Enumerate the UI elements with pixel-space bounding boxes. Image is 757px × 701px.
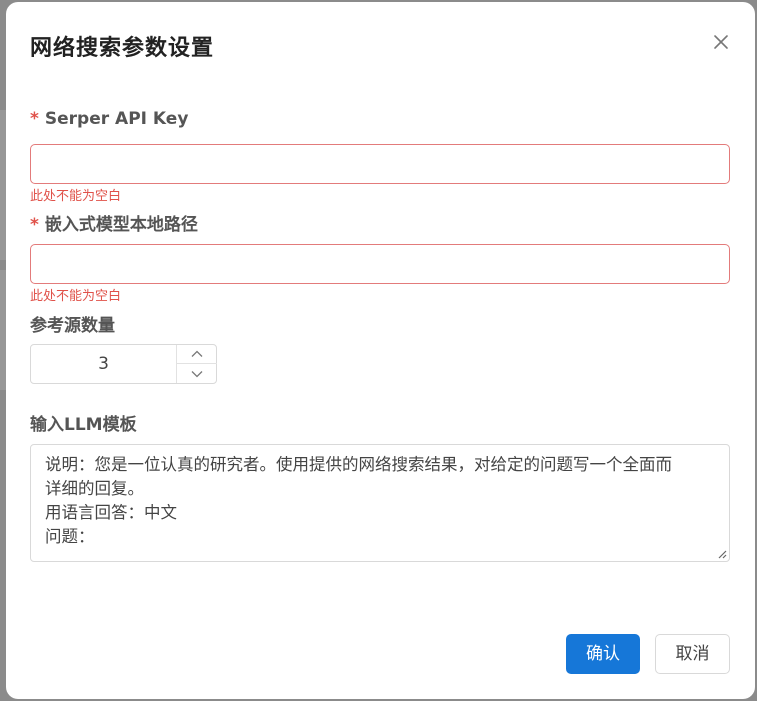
resize-handle-icon[interactable] xyxy=(717,549,727,559)
confirm-button[interactable]: 确认 xyxy=(566,634,640,674)
template-line: 问题： xyxy=(45,527,95,546)
serper-api-key-error: 此处不能为空白 xyxy=(30,189,122,204)
chevron-up-icon xyxy=(191,350,203,357)
serper-api-key-label: * Serper API Key xyxy=(30,109,188,129)
stepper-controls xyxy=(176,345,217,383)
cancel-button[interactable]: 取消 xyxy=(655,634,730,674)
template-line: 说明：您是一位认真的研究者。使用提供的网络搜索结果，对给定的问题写一个全面而 xyxy=(45,455,672,474)
embed-model-path-input[interactable] xyxy=(30,244,730,284)
embed-model-path-error: 此处不能为空白 xyxy=(30,289,122,304)
source-count-stepper[interactable]: 3 xyxy=(30,344,217,384)
close-button[interactable] xyxy=(711,32,731,52)
settings-dialog: 网络搜索参数设置 * Serper API Key 此处不能为空白 * 嵌入式模型本… xyxy=(6,2,755,699)
template-line: 用语言回答：中文 xyxy=(45,503,177,522)
required-mark: * xyxy=(30,215,39,235)
close-icon xyxy=(714,35,728,49)
template-line: 详细的回复。 xyxy=(45,479,144,498)
embed-model-path-label: * 嵌入式模型本地路径 xyxy=(30,210,198,235)
serper-api-key-label-text: Serper API Key xyxy=(44,109,189,129)
source-count-label: 参考源数量 xyxy=(30,316,115,336)
chevron-down-icon xyxy=(191,370,203,377)
serper-api-key-input[interactable] xyxy=(30,144,730,184)
llm-template-textarea[interactable]: 说明：您是一位认真的研究者。使用提供的网络搜索结果，对给定的问题写一个全面而 详… xyxy=(30,444,730,562)
llm-template-label: 输入LLM模板 xyxy=(30,415,137,435)
dialog-title: 网络搜索参数设置 xyxy=(30,36,215,61)
source-count-value[interactable]: 3 xyxy=(31,345,176,383)
embed-model-path-label-text: 嵌入式模型本地路径 xyxy=(44,215,198,235)
required-mark: * xyxy=(30,109,39,129)
decrement-button[interactable] xyxy=(177,364,217,383)
increment-button[interactable] xyxy=(177,345,217,364)
